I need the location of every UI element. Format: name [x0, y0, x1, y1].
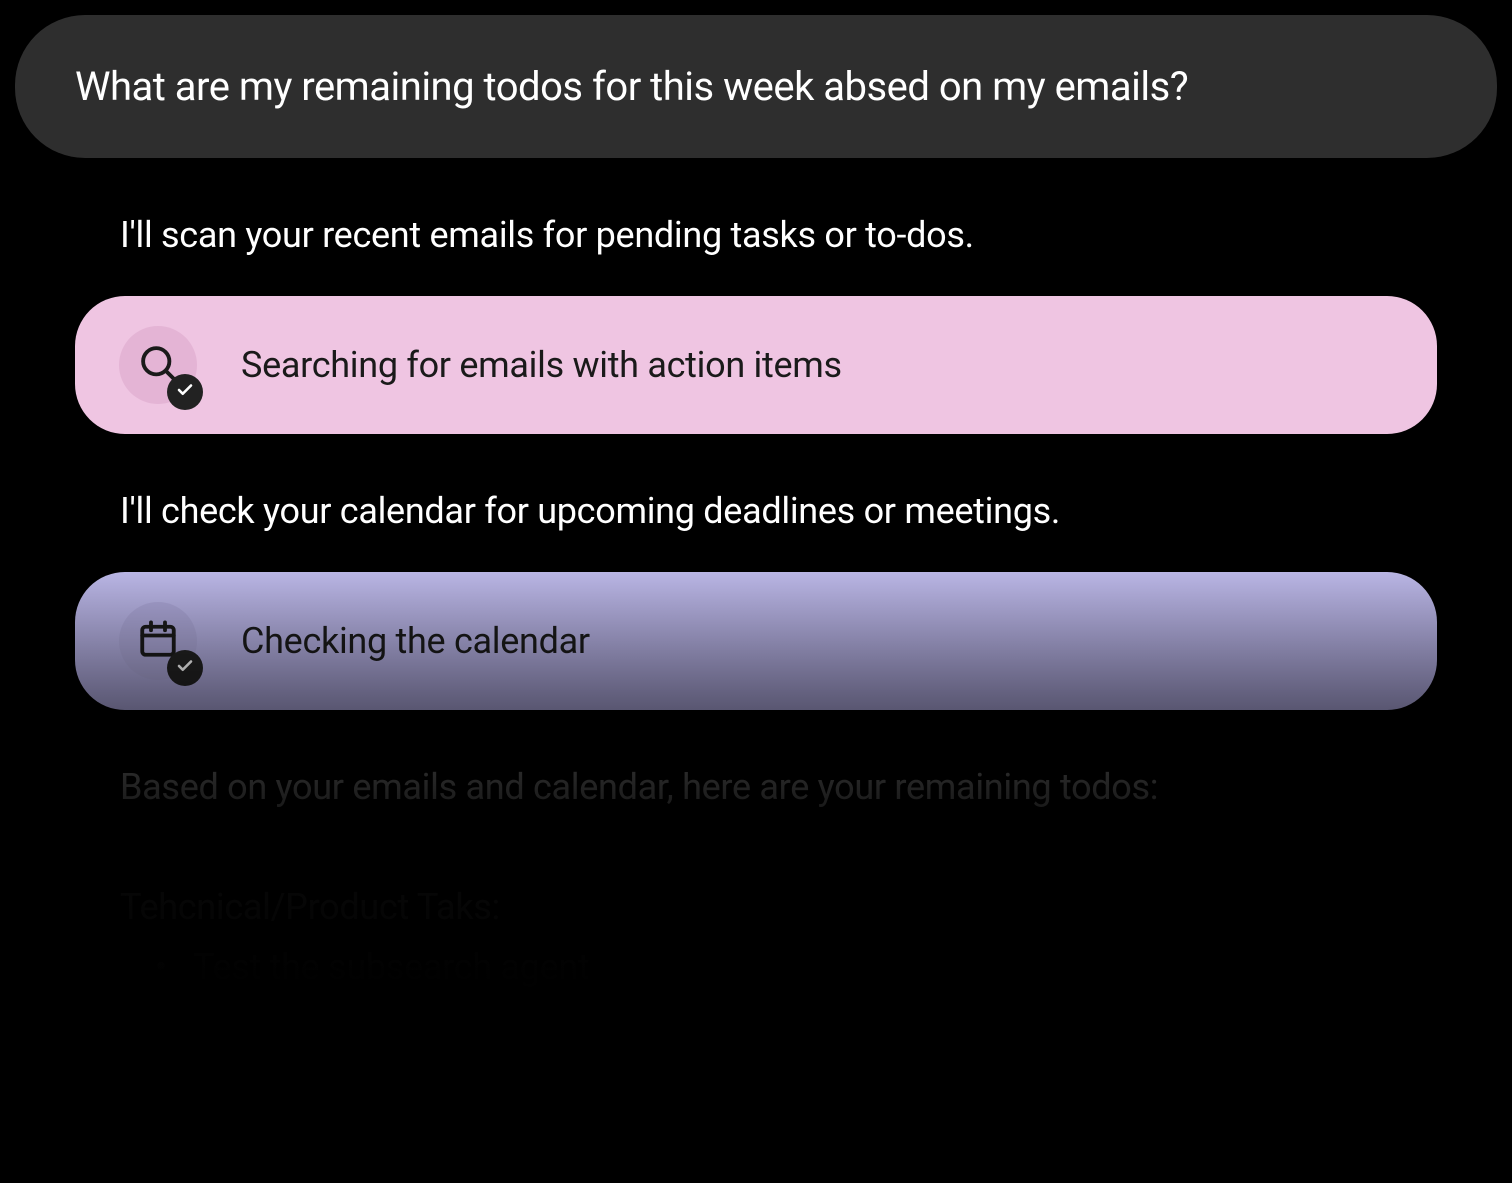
user-message-bubble: What are my remaining todos for this wee… — [15, 15, 1497, 158]
assistant-intro-1: I'll scan your recent emails for pending… — [120, 214, 1512, 256]
todo-list: Test the subsearch agent — [155, 946, 1512, 988]
action-label: Searching for emails with action items — [241, 344, 842, 386]
chat-container: What are my remaining todos for this wee… — [0, 15, 1512, 988]
action-icon-wrapper — [119, 602, 197, 680]
faded-results-section: Checking the calendar Based on your emai… — [0, 572, 1512, 988]
action-card-search-emails[interactable]: Searching for emails with action items — [75, 296, 1437, 434]
todo-category-heading: Tehcnical/Product Taks: — [120, 886, 1512, 928]
status-complete-badge — [167, 650, 203, 686]
results-intro-text: Based on your emails and calendar, here … — [120, 766, 1512, 808]
action-card-check-calendar[interactable]: Checking the calendar — [75, 572, 1437, 710]
user-message-text: What are my remaining todos for this wee… — [75, 63, 1188, 110]
todo-item: Test the subsearch agent — [155, 946, 1512, 988]
status-complete-badge — [167, 374, 203, 410]
check-icon — [176, 381, 194, 403]
action-label: Checking the calendar — [241, 620, 590, 662]
assistant-intro-2: I'll check your calendar for upcoming de… — [120, 490, 1512, 532]
action-icon-wrapper — [119, 326, 197, 404]
check-icon — [176, 657, 194, 679]
